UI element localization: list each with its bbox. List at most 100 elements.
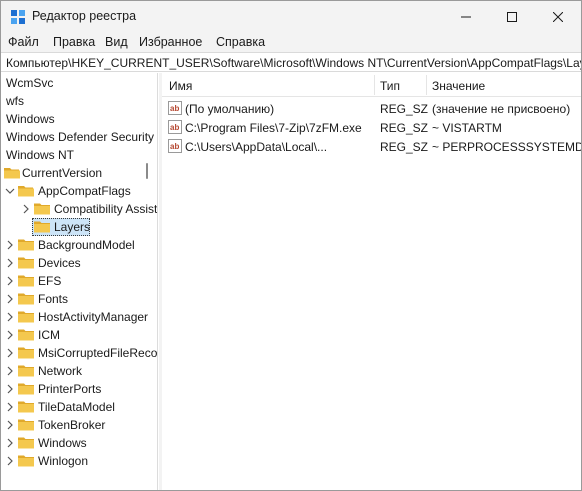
tree-item-label: Windows NT (6, 148, 75, 162)
menu-edit[interactable]: Правка (53, 35, 95, 49)
chevron-right-icon[interactable] (5, 347, 15, 359)
folder-icon (18, 275, 34, 287)
list-header: Имя Тип Значение (162, 73, 581, 97)
value-type: REG_SZ (380, 102, 429, 116)
close-icon (553, 11, 563, 22)
menu-view[interactable]: Вид (105, 35, 128, 49)
tree-item-label: TokenBroker (38, 418, 106, 432)
folder-icon (18, 383, 34, 395)
chevron-right-icon[interactable] (21, 203, 31, 215)
tree-item-label: Fonts (38, 292, 69, 306)
tree-item-label: Winlogon (38, 454, 89, 468)
table-row[interactable]: ab (По умолчанию) REG_SZ (значение не присв… (162, 99, 581, 118)
column-header-data[interactable]: Значение (432, 79, 485, 93)
tree-item[interactable]: BackgroundModel (1, 236, 157, 254)
tree-item[interactable]: Windows (1, 434, 157, 452)
chevron-right-icon[interactable] (5, 329, 15, 341)
folder-icon (18, 239, 34, 251)
tree-item-label: Compatibility Assistant (54, 202, 158, 216)
tree-item-layers[interactable]: Layers (1, 218, 157, 236)
tree-item[interactable]: Devices (1, 254, 157, 272)
chevron-right-icon[interactable] (5, 455, 15, 467)
tree-item[interactable]: PrinterPorts (1, 380, 157, 398)
folder-icon (34, 203, 50, 215)
menu-favorites[interactable]: Избранное (139, 35, 202, 49)
tree-item[interactable]: MsiCorruptedFileRecovery (1, 344, 157, 362)
tree-item-label: Windows (38, 436, 87, 450)
tree-item[interactable]: Windows Defender Security (1, 128, 157, 146)
tree-item[interactable]: Windows (1, 110, 157, 128)
menu-file[interactable]: Файл (8, 35, 39, 49)
tree-item-label: PrinterPorts (38, 382, 102, 396)
string-value-icon: ab (168, 120, 182, 134)
tree-item-label: Layers (54, 220, 91, 234)
chevron-right-icon[interactable] (5, 275, 15, 287)
tree-item[interactable]: Winlogon (1, 452, 157, 470)
menu-help[interactable]: Справка (216, 35, 265, 49)
chevron-right-icon[interactable] (5, 437, 15, 449)
table-row[interactable]: ab C:\Program Files\7-Zip\7zFM.exe REG_SZ ~… (162, 118, 581, 137)
value-type: REG_SZ (380, 121, 429, 135)
folder-icon (34, 221, 50, 233)
values-list[interactable]: Имя Тип Значение ab (По умолчанию) REG_SZ(… (162, 73, 581, 490)
table-row[interactable]: ab C:\Users\AppData\Local\... REG_SZ ~ PERP… (162, 137, 581, 156)
tree-item[interactable]: Network (1, 362, 157, 380)
chevron-down-icon[interactable] (5, 185, 15, 197)
tree-item-currentversion[interactable]: CurrentVersion (1, 164, 157, 182)
chevron-right-icon[interactable] (5, 383, 15, 395)
registry-app-icon (11, 10, 25, 24)
chevron-right-icon[interactable] (5, 311, 15, 323)
menu-bar: Файл Правка Вид Избранное Справка (1, 32, 581, 52)
address-bar[interactable]: Компьютер\HKEY_CURRENT_USER\Software\Mic… (1, 52, 581, 72)
tree-item[interactable]: TokenBroker (1, 416, 157, 434)
maximize-icon (507, 11, 517, 22)
folder-open-icon (4, 168, 20, 179)
tree-item[interactable]: wfs (1, 92, 157, 110)
tree-item[interactable]: TileDataModel (1, 398, 157, 416)
tree-item-label: ICM (38, 328, 60, 342)
minimize-button[interactable] (443, 1, 489, 32)
tree-item-label: Network (38, 364, 83, 378)
value-name: (По умолчанию) (185, 102, 275, 116)
tree-item-label: Windows (6, 112, 55, 126)
folder-icon (18, 365, 34, 377)
column-header-name[interactable]: Имя (169, 79, 192, 93)
address-path[interactable]: Компьютер\HKEY_CURRENT_USER\Software\Mic… (6, 56, 581, 70)
chevron-right-icon[interactable] (5, 239, 15, 251)
tree-item-label: WcmSvc (6, 76, 54, 90)
tree-item[interactable]: WcmSvc (1, 74, 157, 92)
folder-icon (18, 257, 34, 269)
chevron-right-icon[interactable] (5, 293, 15, 305)
chevron-right-icon[interactable] (5, 257, 15, 269)
tree-item-appcompatflags[interactable]: AppCompatFlags (1, 182, 157, 200)
value-data: ~ VISTARTM (432, 121, 502, 135)
tree-item-compatibility-assistant[interactable]: Compatibility Assistant (1, 200, 158, 218)
tree-item[interactable]: EFS (1, 272, 157, 290)
chevron-right-icon[interactable] (5, 365, 15, 377)
maximize-button[interactable] (489, 1, 535, 32)
tree-item-label: Devices (38, 256, 81, 270)
tree-item[interactable]: HostActivityManager (1, 308, 157, 326)
folder-open-icon (18, 186, 34, 197)
key-tree[interactable]: WcmSvc wfs Windows Windows Defender Secu… (1, 73, 158, 490)
chevron-right-icon[interactable] (5, 401, 15, 413)
folder-icon (18, 437, 34, 449)
chevron-right-icon[interactable] (5, 419, 15, 431)
tree-item-label: CurrentVersion (22, 166, 103, 180)
folder-icon (18, 401, 34, 413)
tree-item[interactable]: Windows NT (1, 146, 157, 164)
value-name: C:\Users\AppData\Local\... (185, 140, 328, 154)
folder-icon (18, 311, 34, 323)
folder-icon (18, 347, 34, 359)
tree-scrollbar-thumb[interactable] (146, 163, 148, 179)
tree-scrollbar[interactable] (145, 73, 149, 179)
column-divider[interactable] (426, 75, 427, 95)
registry-editor-window: Редактор реестра Файл Правка Вид Избранн… (0, 0, 582, 491)
column-divider[interactable] (374, 75, 375, 95)
tree-item[interactable]: ICM (1, 326, 157, 344)
title-bar[interactable]: Редактор реестра (1, 1, 581, 32)
close-button[interactable] (535, 1, 581, 32)
column-header-type[interactable]: Тип (380, 79, 400, 93)
tree-item[interactable]: Fonts (1, 290, 157, 308)
tree-item-label: wfs (6, 94, 24, 108)
